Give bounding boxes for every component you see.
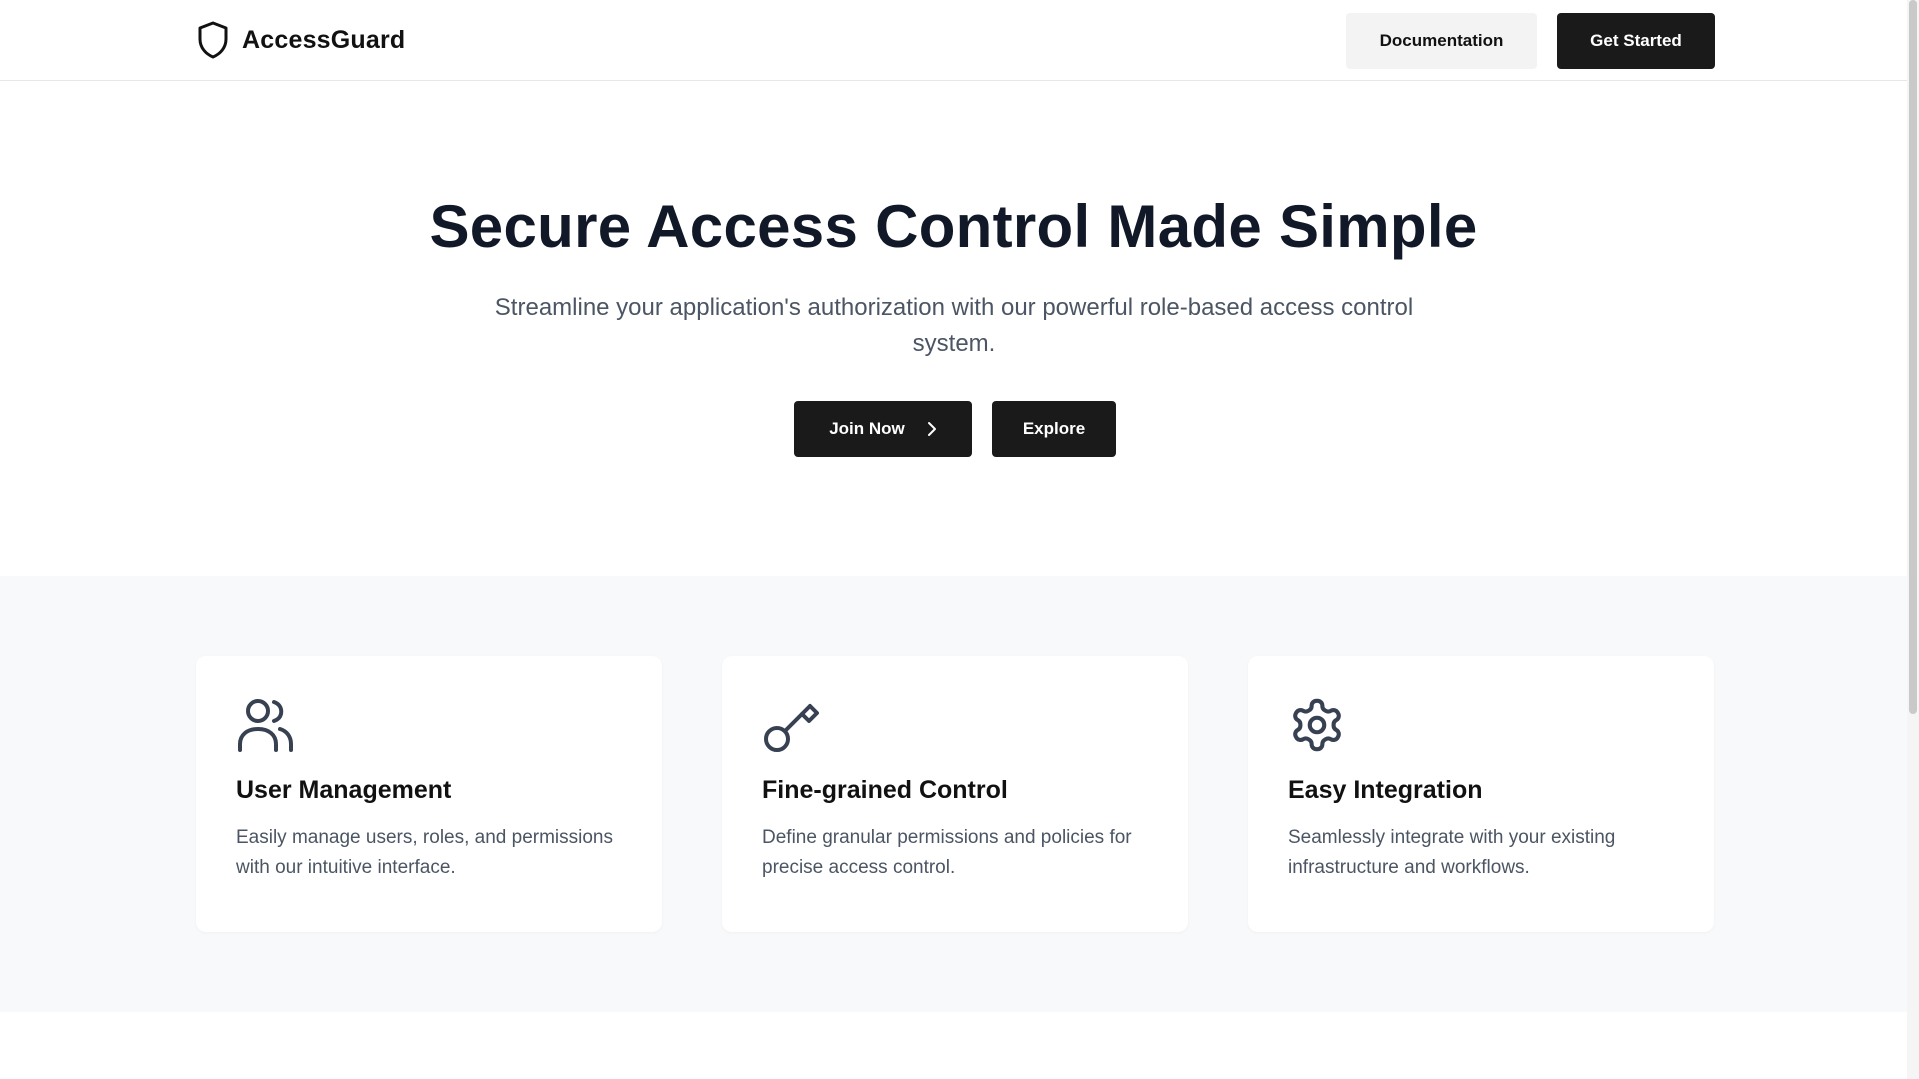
brand[interactable]: AccessGuard — [196, 20, 405, 60]
feature-card-user-management: User Management Easily manage users, rol… — [196, 656, 662, 932]
join-now-label: Join Now — [829, 419, 905, 438]
chevron-right-icon — [927, 421, 937, 437]
feature-description: Easily manage users, roles, and permissi… — [236, 827, 614, 878]
hero-title: Secure Access Control Made Simple — [429, 193, 1478, 260]
hero-actions: Join Now Explore — [794, 401, 1116, 457]
landing-page: AccessGuard Documentation Get Started Se… — [0, 0, 1919, 1079]
join-now-button[interactable]: Join Now — [794, 401, 972, 457]
scrollbar-thumb[interactable] — [1909, 0, 1917, 714]
feature-title: Easy Integration — [1288, 776, 1483, 804]
explore-button[interactable]: Explore — [992, 401, 1116, 457]
users-icon — [236, 696, 294, 754]
feature-title: User Management — [236, 776, 452, 804]
feature-card-fine-grained-control: Fine-grained Control Define granular per… — [722, 656, 1188, 932]
gear-icon — [1288, 696, 1346, 754]
documentation-button[interactable]: Documentation — [1346, 13, 1537, 69]
feature-description: Seamlessly integrate with your existing … — [1288, 827, 1616, 878]
get-started-button[interactable]: Get Started — [1557, 13, 1715, 69]
features-section: User Management Easily manage users, rol… — [0, 576, 1907, 1012]
brand-name: AccessGuard — [242, 25, 406, 54]
feature-card-easy-integration: Easy Integration Seamlessly integrate wi… — [1248, 656, 1714, 932]
hero-subtitle: Streamline your application's authorizat… — [494, 294, 1414, 357]
feature-title: Fine-grained Control — [762, 776, 1008, 804]
feature-description: Define granular permissions and policies… — [762, 827, 1132, 878]
key-icon — [762, 696, 820, 754]
shield-icon — [196, 20, 230, 60]
top-nav: AccessGuard Documentation Get Started — [0, 0, 1907, 81]
